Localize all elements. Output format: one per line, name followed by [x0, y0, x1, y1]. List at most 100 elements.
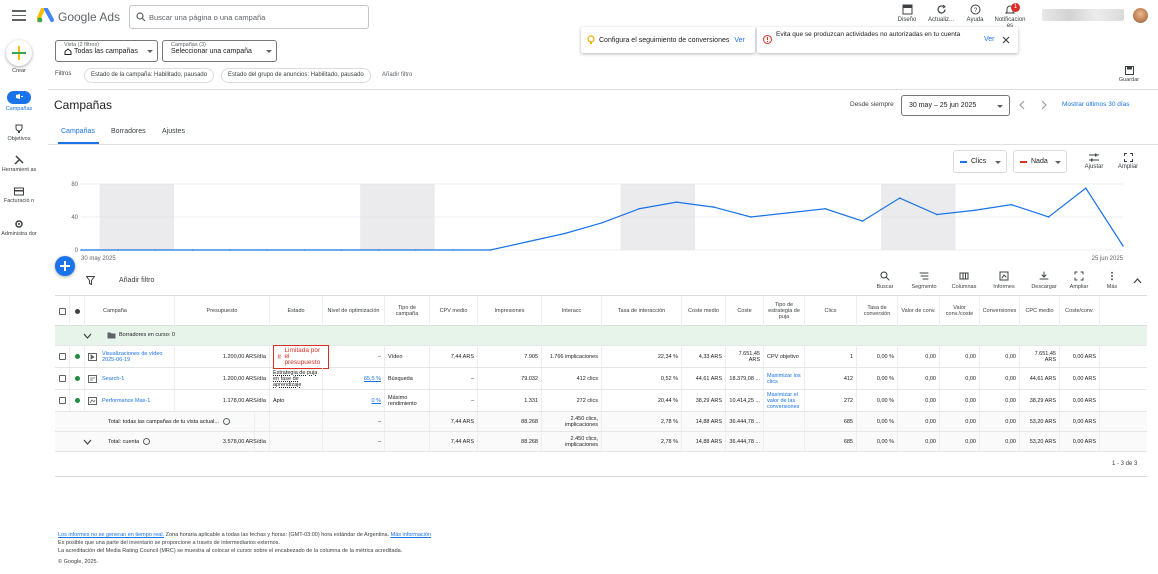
filter-chip-adgroup-status[interactable]: Estado del grupo de anuncios: Habilitado… — [221, 68, 371, 83]
show-last-30-days-link[interactable]: Mostrar últimos 30 días — [1062, 101, 1130, 108]
toolbar-columns-button[interactable]: Columnas — [946, 271, 982, 290]
data-point — [563, 232, 566, 235]
conversion-notice-link[interactable]: Ver — [734, 37, 745, 44]
menu-icon[interactable] — [12, 10, 26, 22]
row-checkbox-cell[interactable] — [55, 390, 70, 411]
chevron-right-icon[interactable] — [1040, 100, 1048, 110]
column-header[interactable]: Tipo de estrategia de puja — [764, 296, 805, 326]
view-selector[interactable]: Vista (2 filtros) Todas las campañas — [55, 40, 158, 62]
select-all-checkbox[interactable] — [55, 296, 70, 326]
rail-item-admin[interactable]: Administra dor — [0, 219, 38, 238]
status-cell[interactable] — [70, 346, 85, 367]
toolbar-download-button[interactable]: Descargar — [1026, 271, 1062, 290]
column-header[interactable]: Estado — [270, 296, 323, 326]
column-header[interactable]: Presupuesto — [175, 296, 270, 326]
chevron-down-icon[interactable] — [83, 439, 92, 445]
adjust-chart-button[interactable]: Ajustar — [1081, 153, 1107, 170]
campaign-selector[interactable]: Campañas (3) Seleccionar una campaña — [162, 40, 277, 62]
drafts-row[interactable]: Borradores en curso: 0 — [55, 326, 1147, 346]
checkbox[interactable] — [58, 307, 66, 315]
column-header[interactable]: Interacc — [542, 296, 602, 326]
checkbox[interactable] — [58, 353, 66, 360]
column-header[interactable]: Coste/conv. — [1060, 296, 1100, 326]
date-range-picker[interactable]: 30 may – 25 jun 2025 — [901, 95, 1010, 116]
table-add-filter[interactable]: Añadir filtro — [119, 277, 154, 284]
filter-icon[interactable] — [86, 276, 95, 285]
search-input[interactable]: Buscar una página o una campaña — [129, 5, 369, 29]
toolbar-segment-button[interactable]: Segmento — [906, 271, 942, 290]
add-campaign-button[interactable] — [55, 256, 75, 276]
row-checkbox-cell[interactable] — [55, 346, 70, 367]
column-header[interactable]: Coste medio — [682, 296, 726, 326]
column-header[interactable]: Valor de conv. — [898, 296, 940, 326]
realtime-link[interactable]: Los informes no se generan en tiempo rea… — [58, 532, 164, 538]
toolbar-expand-button[interactable]: Ampliar — [1061, 271, 1097, 290]
appearance-button[interactable]: Diseño — [892, 4, 922, 23]
enabled-status-dot[interactable] — [74, 354, 80, 359]
x-end-label: 25 jun 2025 — [1092, 256, 1124, 262]
help-button[interactable]: ? Ayuda — [960, 4, 990, 23]
help-icon[interactable] — [143, 438, 151, 445]
notifications-button[interactable]: Notificacion es 1 — [994, 3, 1026, 29]
save-view-button[interactable]: Guardar — [1115, 66, 1143, 83]
toolbar-search-button[interactable]: Buscar — [872, 271, 898, 290]
account-info-blurred[interactable] — [1042, 9, 1124, 21]
rail-item-campaigns[interactable]: Campañas — [0, 91, 38, 113]
enabled-status-dot[interactable] — [74, 376, 80, 381]
table-row[interactable]: Visualizaciones de vídeo 2025-06-19 1.200… — [55, 344, 1147, 369]
column-header[interactable]: Nivel de optimización — [323, 296, 385, 326]
column-header[interactable]: Impresiones — [478, 296, 542, 326]
column-header[interactable]: Coste — [726, 296, 764, 326]
bid-strategy-cell[interactable]: Maximizar el valor de las conversiones — [764, 390, 805, 411]
enabled-status-dot[interactable] — [74, 398, 80, 403]
metric-selector-1[interactable]: Clics — [953, 150, 1007, 173]
optimization-score-cell[interactable]: 65,5 % — [323, 368, 385, 389]
megaphone-icon — [15, 94, 23, 99]
filter-chip-campaign-status[interactable]: Estado de la campaña: Habilitado, pausad… — [84, 68, 215, 83]
toolbar-reports-button[interactable]: Informes — [986, 271, 1022, 290]
refresh-button[interactable]: Actualiz... — [926, 4, 956, 23]
rail-item-billing[interactable]: Facturació n — [0, 187, 38, 205]
table-row[interactable]: Search-1 1.200,00 ARS/día Estrategia de pu… — [55, 368, 1147, 390]
chevron-down-icon[interactable] — [83, 333, 92, 339]
column-header[interactable]: Clics — [805, 296, 857, 326]
data-point — [1084, 187, 1087, 189]
status-cell[interactable] — [70, 368, 85, 389]
column-header[interactable]: CPC medio — [1020, 296, 1060, 326]
column-header[interactable]: Campaña — [85, 296, 175, 326]
tab-drafts[interactable]: Borradores — [111, 128, 146, 135]
row-checkbox-cell[interactable] — [55, 368, 70, 389]
bid-strategy-cell[interactable]: Maximizar los clics — [764, 368, 805, 389]
column-header[interactable]: Tasa de conversión — [857, 296, 898, 326]
rail-item-tools[interactable]: Herramient as — [0, 155, 38, 174]
column-header[interactable]: CPV medio — [430, 296, 478, 326]
add-filter-link[interactable]: Añadir filtro — [382, 72, 412, 78]
checkbox[interactable] — [58, 375, 66, 382]
create-button[interactable] — [6, 40, 32, 66]
tab-campaigns[interactable]: Campañas — [61, 128, 95, 135]
avatar[interactable] — [1133, 8, 1148, 23]
status-cell[interactable] — [70, 390, 85, 411]
checkbox[interactable] — [58, 397, 66, 404]
limited-by-budget-badge[interactable]: Limitada por el presupuesto — [273, 344, 329, 369]
column-header[interactable]: Valor conv./coste — [940, 296, 980, 326]
column-header[interactable]: Tasa de interacción — [602, 296, 682, 326]
table-row[interactable]: Performance Max-1 1.178,00 ARS/día Apto 0 %… — [55, 390, 1147, 412]
campaign-name-link[interactable]: Search-1 — [102, 376, 124, 382]
rail-item-goals[interactable]: Objetivos — [0, 124, 38, 143]
campaign-name-link[interactable]: Visualizaciones de vídeo 2025-06-19 — [102, 351, 171, 363]
google-ads-logo[interactable] — [37, 8, 55, 23]
column-header[interactable]: Conversiones — [980, 296, 1020, 326]
expand-chart-button[interactable]: Ampliar — [1114, 153, 1142, 170]
column-header[interactable]: Tipo de campaña — [385, 296, 430, 326]
toolbar-more-vert-button[interactable]: Más — [1094, 271, 1130, 290]
metric-selector-2[interactable]: Nada — [1013, 150, 1067, 173]
collapse-icon[interactable] — [1133, 277, 1142, 284]
more-info-link[interactable]: Más información — [391, 532, 431, 538]
chevron-left-icon[interactable] — [1018, 100, 1026, 110]
campaign-name-link[interactable]: Performance Max-1 — [102, 398, 150, 404]
optimization-score-cell[interactable]: 0 % — [323, 390, 385, 411]
tab-settings[interactable]: Ajustes — [162, 128, 185, 135]
security-notice-link[interactable]: Ver — [984, 36, 995, 43]
close-icon[interactable] — [1002, 36, 1010, 44]
